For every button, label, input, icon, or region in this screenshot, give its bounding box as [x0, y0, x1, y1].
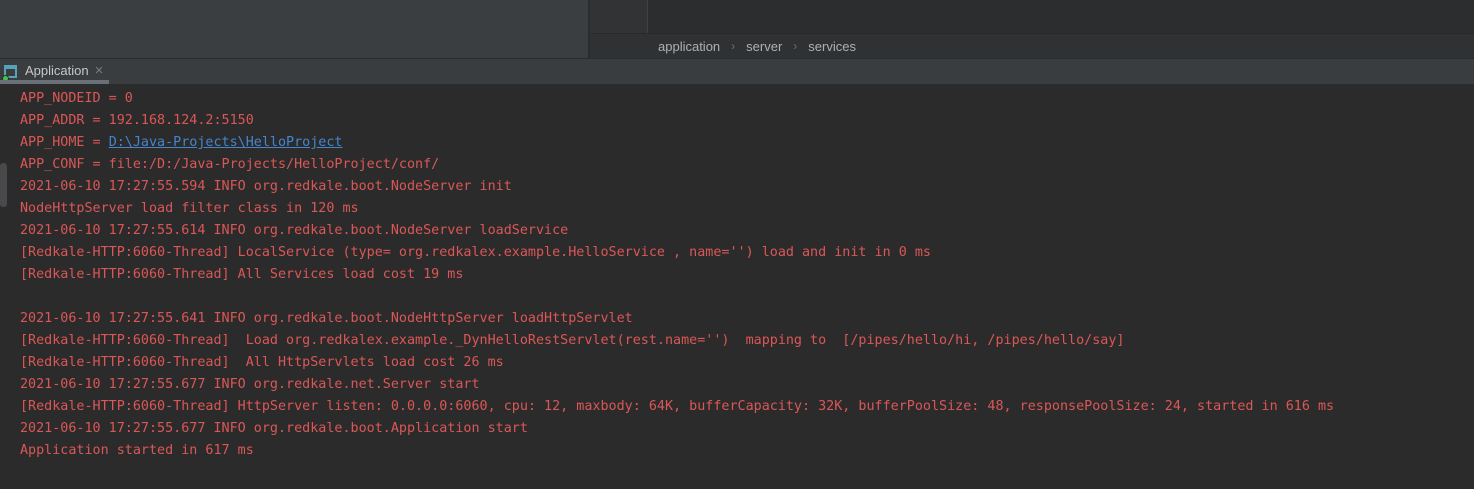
breadcrumb-item-services[interactable]: services — [808, 39, 856, 54]
breadcrumb: application › server › services — [590, 33, 1474, 58]
console-line: 2021-06-10 17:27:55.641 INFO org.redkale… — [20, 308, 1474, 330]
console-line: NodeHttpServer load filter class in 120 … — [20, 198, 1474, 220]
console-line: [Redkale-HTTP:6060-Thread] Load org.redk… — [20, 330, 1474, 352]
console-line: Application started in 617 ms — [20, 440, 1474, 462]
close-icon[interactable]: × — [95, 63, 104, 80]
editor-header-area: application › server › services — [590, 0, 1474, 58]
console-line: APP_ADDR = 192.168.124.2:5150 — [20, 110, 1474, 132]
console-line: [Redkale-HTTP:6060-Thread] All HttpServl… — [20, 352, 1474, 374]
panel-divider — [647, 0, 648, 33]
console-line — [20, 286, 1474, 308]
console-line: [Redkale-HTTP:6060-Thread] LocalService … — [20, 242, 1474, 264]
console-tab-bar: Application × — [0, 58, 1474, 84]
tab-label: Application — [25, 63, 89, 80]
run-console-icon — [3, 64, 19, 80]
breadcrumb-item-application[interactable]: application — [658, 39, 720, 54]
console-line: 2021-06-10 17:27:55.594 INFO org.redkale… — [20, 176, 1474, 198]
editor-split-area — [590, 0, 647, 33]
console-line: APP_HOME = D:\Java-Projects\HelloProject — [20, 132, 1474, 154]
console-line: APP_NODEID = 0 — [20, 88, 1474, 110]
editor-panel — [0, 0, 589, 58]
file-path-link[interactable]: D:\Java-Projects\HelloProject — [109, 135, 343, 150]
console-text: APP_HOME = — [20, 135, 109, 150]
console-line: 2021-06-10 17:27:55.677 INFO org.redkale… — [20, 418, 1474, 440]
console-line: 2021-06-10 17:27:55.677 INFO org.redkale… — [20, 374, 1474, 396]
console-output[interactable]: APP_NODEID = 0APP_ADDR = 192.168.124.2:5… — [0, 84, 1474, 489]
console-line: [Redkale-HTTP:6060-Thread] All Services … — [20, 264, 1474, 286]
ide-window: application › server › services Applicat… — [0, 0, 1474, 489]
breadcrumb-item-server[interactable]: server — [746, 39, 782, 54]
chevron-right-icon: › — [731, 39, 735, 53]
left-scrollbar-thumb[interactable] — [0, 163, 7, 207]
console-line: APP_CONF = file:/D:/Java-Projects/HelloP… — [20, 154, 1474, 176]
chevron-right-icon: › — [793, 39, 797, 53]
console-line: [Redkale-HTTP:6060-Thread] HttpServer li… — [20, 396, 1474, 418]
console-line: 2021-06-10 17:27:55.614 INFO org.redkale… — [20, 220, 1474, 242]
